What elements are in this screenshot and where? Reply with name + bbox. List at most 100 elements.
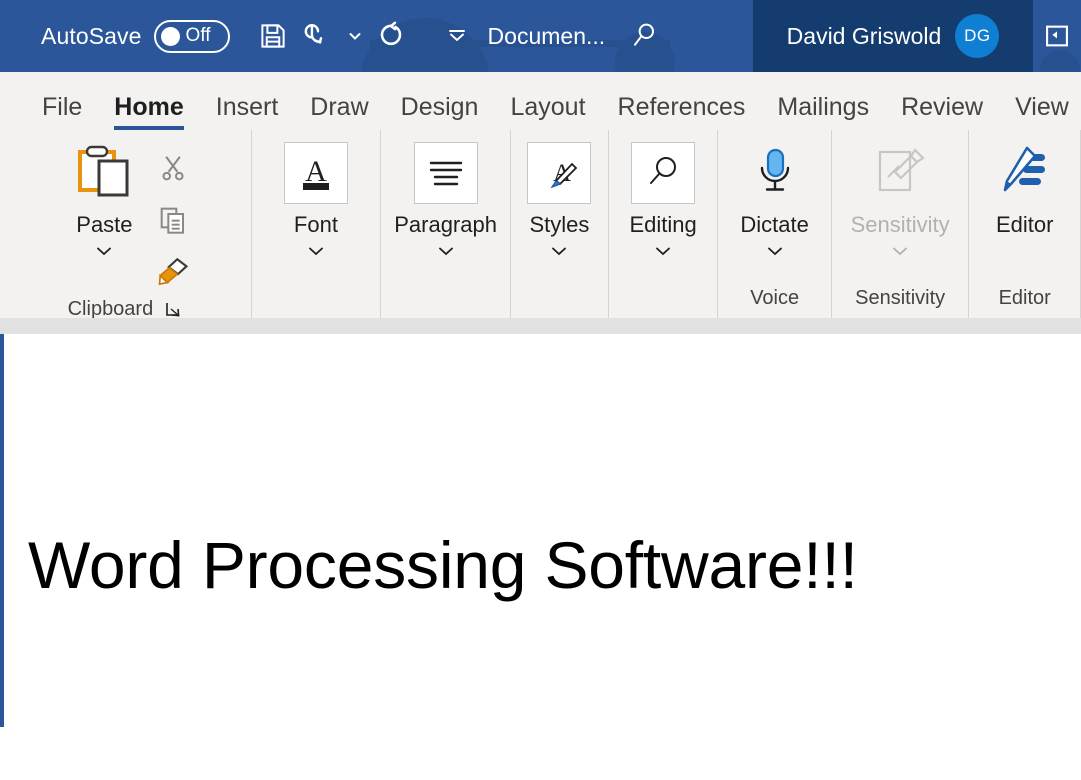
document-body-text[interactable]: Word Processing Software!!!: [28, 532, 858, 598]
chevron-down-icon: [97, 247, 112, 256]
copy-documents-icon: [161, 207, 185, 234]
chevron-down-icon: [349, 33, 361, 40]
undo-dropdown-button[interactable]: [342, 13, 368, 59]
tab-references[interactable]: References: [602, 95, 762, 130]
sensitivity-button[interactable]: Sensitivity: [841, 138, 960, 263]
tab-draw[interactable]: Draw: [294, 95, 384, 130]
chevron-down-icon: [893, 247, 908, 256]
save-floppy-icon: [260, 24, 285, 48]
document-page[interactable]: Word Processing Software!!!: [4, 334, 1081, 780]
paste-clipboard-icon: [72, 142, 136, 204]
tab-file[interactable]: File: [26, 95, 98, 130]
sensitivity-glyph: [879, 148, 925, 192]
format-painter-brush-icon: [159, 257, 189, 286]
tab-layout[interactable]: Layout: [494, 95, 601, 130]
editor-pen-lines-icon: [993, 142, 1057, 204]
styles-group-footer: [511, 278, 608, 318]
voice-group-label: Voice: [750, 286, 800, 309]
paste-dropdown-chevron[interactable]: [94, 244, 114, 263]
account-button[interactable]: David Griswold DG: [753, 0, 1033, 72]
customize-quick-access-toolbar-icon: [448, 30, 465, 42]
editing-dropdown-chevron[interactable]: [653, 244, 673, 263]
paragraph-dropdown-chevron[interactable]: [436, 244, 456, 263]
font-button[interactable]: A Font: [274, 138, 358, 263]
paragraph-button[interactable]: Paragraph: [384, 138, 507, 263]
document-title[interactable]: Documen...: [488, 23, 606, 50]
tab-mailings[interactable]: Mailings: [761, 95, 885, 130]
tab-insert[interactable]: Insert: [200, 95, 295, 130]
ribbon-group-styles: A Styles: [510, 130, 608, 318]
font-a-underline-icon: A: [283, 142, 348, 204]
autosave-toggle-state: Off: [185, 25, 211, 46]
ribbon-group-paragraph: Paragraph: [380, 130, 510, 318]
chevron-down-icon: [656, 247, 671, 256]
ribbon-group-clipboard: Paste Clipboard: [0, 130, 251, 320]
clipboard-small-buttons: [146, 138, 200, 298]
voice-group-footer: Voice: [718, 278, 830, 318]
autosave-toggle[interactable]: Off: [153, 19, 230, 53]
editor-group-label: Editor: [998, 286, 1051, 309]
ribbon-group-editing: Editing: [607, 130, 718, 318]
copy-button[interactable]: [146, 194, 200, 246]
font-group-footer: [252, 278, 380, 318]
cut-button[interactable]: [146, 142, 200, 194]
paragraph-button-label: Paragraph: [394, 212, 497, 237]
ribbon: Paste Clipboard A Font Paragraph Styles …: [0, 130, 1081, 320]
ribbon-group-voice: Dictate Voice: [717, 130, 830, 318]
sensitivity-label-tag-icon: [868, 142, 932, 204]
sensitivity-button-label: Sensitivity: [850, 212, 950, 237]
dictate-glyph: [760, 148, 789, 191]
word-application-window: AutoSave Off Documen... David Griswold D…: [0, 0, 1081, 780]
editing-group-footer: [609, 278, 718, 318]
editor-glyph: [1003, 146, 1045, 192]
chevron-down-icon: [438, 247, 453, 256]
quick-access-toolbar: [250, 13, 470, 59]
paste-clipboard-glyph: [78, 145, 129, 197]
font-dropdown-chevron[interactable]: [306, 244, 326, 263]
dialog-launcher-icon: [166, 302, 180, 316]
ribbon-display-options-icon: [1046, 25, 1068, 47]
dictate-button[interactable]: Dictate: [730, 138, 818, 263]
dictate-button-label: Dictate: [740, 212, 809, 237]
styles-button-label: Styles: [529, 212, 590, 237]
clipboard-dialog-launcher[interactable]: [163, 300, 183, 320]
search-magnifier-icon: [634, 23, 655, 46]
redo-button[interactable]: [368, 13, 414, 59]
document-left-rail: [0, 334, 4, 727]
title-bar: AutoSave Off Documen... David Griswold D…: [0, 0, 1081, 72]
styles-dropdown-chevron[interactable]: [549, 244, 569, 263]
ribbon-group-sensitivity: Sensitivity Sensitivity: [830, 130, 969, 318]
paragraph-glyph: [429, 161, 462, 186]
sensitivity-dropdown-chevron[interactable]: [890, 244, 910, 263]
sensitivity-group-footer: Sensitivity: [832, 278, 969, 318]
save-button[interactable]: [250, 13, 296, 59]
editor-button-label: Editor: [995, 212, 1054, 237]
editing-glyph: [650, 157, 677, 184]
tab-design[interactable]: Design: [385, 95, 495, 130]
format-painter-button[interactable]: [146, 246, 200, 298]
editing-button-label: Editing: [629, 212, 697, 237]
search-button[interactable]: [621, 12, 669, 60]
cut-scissors-icon: [162, 156, 184, 181]
paste-button-label: Paste: [76, 212, 133, 237]
font-glyph: A: [302, 155, 329, 190]
undo-button[interactable]: [296, 13, 342, 59]
avatar: DG: [955, 14, 1000, 58]
chevron-down-icon: [552, 247, 567, 256]
editing-button[interactable]: Editing: [619, 138, 706, 263]
paragraph-align-lines-icon: [413, 142, 478, 204]
customize-quick-access-toolbar-button[interactable]: [444, 13, 470, 59]
editor-button[interactable]: Editor: [983, 138, 1067, 238]
dictate-dropdown-chevron[interactable]: [765, 244, 785, 263]
paste-button[interactable]: Paste: [50, 138, 146, 263]
ribbon-display-options-button[interactable]: [1033, 0, 1081, 72]
redo-arrow-icon: [380, 21, 401, 46]
tab-review[interactable]: Review: [885, 95, 999, 130]
tab-home[interactable]: Home: [98, 95, 199, 130]
autosave-label: AutoSave: [41, 22, 142, 49]
ribbon-bottom-divider: [0, 318, 1081, 334]
tab-view[interactable]: View: [999, 95, 1081, 130]
ribbon-tab-strip: File Home Insert Draw Design Layout Refe…: [0, 72, 1081, 130]
styles-button[interactable]: A Styles: [517, 138, 601, 263]
font-button-label: Font: [293, 212, 338, 237]
